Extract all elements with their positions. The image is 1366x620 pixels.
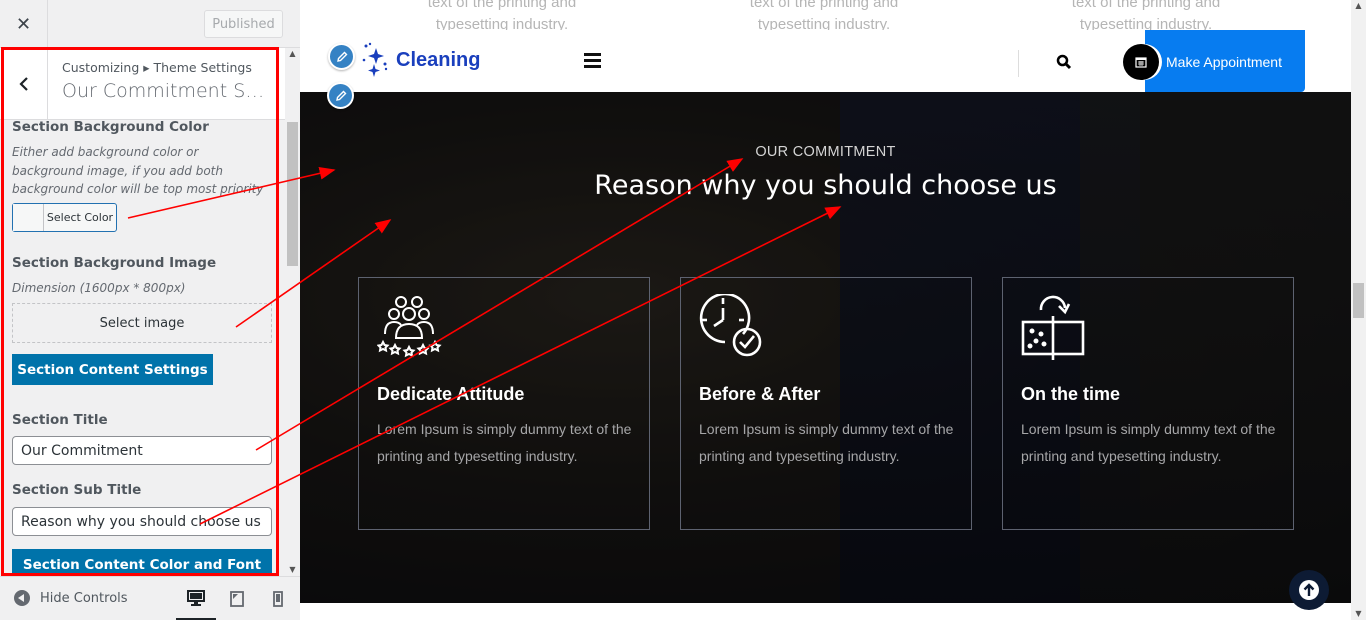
our-commitment-section: OUR COMMITMENT Reason why you should cho…	[300, 92, 1351, 603]
bg-color-label: Section Background Color	[12, 119, 209, 135]
section-subtitle: OUR COMMITMENT	[755, 144, 896, 160]
published-button[interactable]: Published	[204, 10, 283, 38]
panel-title: Our Commitment Sec…	[62, 80, 274, 102]
select-color-label: Select Color	[46, 211, 114, 224]
card-text: Lorem Ipsum is simply dummy text of the …	[699, 421, 954, 464]
customizer-window: ✕ Published Customizing ▸ Theme Settings…	[0, 0, 1366, 620]
tablet-icon	[230, 591, 244, 607]
calendar-icon	[1135, 57, 1147, 68]
edit-shortcut-logo[interactable]	[328, 43, 355, 70]
arrow-up-circle-icon	[1299, 580, 1319, 600]
section-content-color-font-button[interactable]: Section Content Color and Font	[12, 549, 272, 576]
card-title: Before & After	[699, 384, 821, 404]
feature-card: On the time Lorem Ipsum is simply dummy …	[1002, 277, 1294, 530]
card-title: On the time	[1021, 384, 1121, 404]
select-image-button[interactable]: Select image	[12, 303, 272, 343]
customizer-sidebar: ✕ Published Customizing ▸ Theme Settings…	[0, 0, 300, 620]
bg-color-description: Either add background color or backgroun…	[12, 145, 264, 196]
site-preview: text of the printing and typesetting indu…	[300, 0, 1351, 620]
close-icon: ✕	[15, 13, 32, 35]
search-button[interactable]	[1056, 54, 1072, 74]
scroll-up-arrow[interactable]: ▲	[1351, 0, 1366, 12]
scroll-down-arrow[interactable]: ▼	[285, 564, 300, 576]
hamburger-bar	[584, 53, 601, 56]
preview-scrollbar[interactable]: ▲ ▼	[1351, 0, 1366, 620]
clock-check-icon	[699, 294, 762, 357]
mobile-icon	[273, 591, 283, 607]
color-swatch	[13, 204, 44, 231]
feature-card: Dedicate Attitude Lorem Ipsum is simply …	[358, 277, 650, 530]
select-color-button[interactable]: Select Color	[12, 203, 117, 232]
make-appointment-label: Make Appointment	[1166, 54, 1282, 70]
pencil-icon	[335, 90, 346, 101]
feature-card: Before & After Lorem Ipsum is simply dum…	[680, 277, 972, 530]
pencil-icon	[336, 51, 347, 62]
scroll-down-arrow[interactable]: ▼	[1351, 608, 1366, 620]
bg-image-description: Dimension (1600px * 800px)	[12, 281, 186, 295]
scroll-thumb[interactable]	[1353, 283, 1364, 318]
preview-tablet-button[interactable]	[217, 577, 257, 620]
faded-text-line: text of the printing and	[749, 0, 899, 11]
calendar-badge	[1123, 44, 1159, 80]
section-title-label: Section Title	[12, 412, 108, 428]
section-title: Reason why you should choose us	[594, 170, 1057, 201]
hide-controls-label: Hide Controls	[40, 590, 128, 606]
hamburger-bar	[584, 59, 601, 62]
close-customizer-button[interactable]: ✕	[0, 0, 48, 48]
back-button[interactable]	[0, 48, 48, 120]
preview-mobile-button[interactable]	[258, 577, 298, 620]
sidebar-header: ✕ Published	[0, 0, 300, 48]
card-title: Dedicate Attitude	[377, 384, 525, 404]
collapse-arrow-icon	[14, 590, 30, 606]
section-title-input[interactable]	[12, 436, 272, 465]
card-text: Lorem Ipsum is simply dummy text of the …	[1021, 421, 1276, 464]
sparkle-logo-icon	[362, 42, 388, 77]
card-text: Lorem Ipsum is simply dummy text of the …	[377, 421, 632, 464]
logo-text: Cleaning	[396, 48, 481, 71]
hamburger-bar	[584, 65, 601, 68]
scroll-thumb[interactable]	[287, 122, 298, 266]
before-after-icon	[1021, 295, 1085, 360]
faded-text-line: text of the printing and	[1071, 0, 1221, 11]
hide-controls-button[interactable]: Hide Controls	[14, 590, 128, 606]
preview-desktop-button[interactable]	[176, 577, 216, 620]
bg-image-label: Section Background Image	[12, 255, 217, 271]
sidebar-footer: Hide Controls	[0, 576, 300, 620]
menu-toggle-button[interactable]	[584, 53, 601, 68]
section-content-settings-button[interactable]: Section Content Settings	[12, 354, 213, 385]
nav-divider	[1018, 50, 1019, 77]
breadcrumb: Customizing ▸ Theme Settings	[62, 60, 252, 75]
site-logo[interactable]: Cleaning	[360, 42, 480, 78]
faded-text-line: text of the printing and	[427, 0, 577, 11]
scroll-to-top-button[interactable]	[1289, 570, 1329, 610]
team-rating-icon	[377, 296, 442, 358]
desktop-icon	[187, 589, 205, 606]
section-subtitle-label: Section Sub Title	[12, 482, 142, 498]
scroll-up-arrow[interactable]: ▲	[285, 48, 300, 60]
section-panel: Customizing ▸ Theme Settings Our Commitm…	[0, 48, 285, 576]
section-subtitle-input[interactable]	[12, 507, 272, 536]
panel-scrollbar[interactable]: ▲ ▼	[285, 48, 300, 576]
search-icon	[1056, 54, 1072, 70]
chevron-left-icon	[18, 77, 28, 91]
panel-header: Customizing ▸ Theme Settings Our Commitm…	[0, 48, 285, 120]
edit-shortcut-section[interactable]	[327, 82, 354, 109]
